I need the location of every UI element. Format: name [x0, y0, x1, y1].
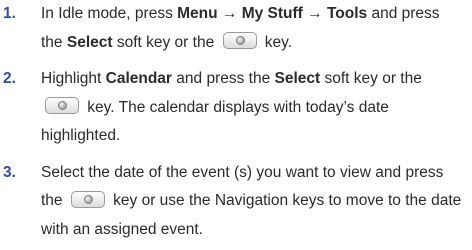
step-text-part: key. The calendar displays with today’s … — [41, 98, 389, 145]
step-1: 1. In Idle mode, press Menu → My Stuff →… — [0, 0, 472, 57]
step-text-part: In Idle mode, press — [41, 5, 178, 22]
step-number: 2. — [3, 70, 16, 87]
menu-path-label: Menu → My Stuff → Tools — [177, 5, 368, 22]
step-3: 3. Select the date of the event (s) you … — [0, 159, 472, 245]
select-key-icon — [222, 32, 257, 50]
step-text: Highlight Calendar and press the Select … — [41, 65, 472, 151]
step-text-part: and press the — [171, 70, 275, 87]
step-text-part: soft key or the — [112, 33, 219, 51]
step-text: Select the date of the event (s) you wan… — [41, 159, 472, 245]
step-2: 2. Highlight Calendar and press the Sele… — [0, 65, 472, 151]
step-text: In Idle mode, press Menu → My Stuff → To… — [41, 0, 472, 57]
calendar-label: Calendar — [105, 70, 172, 87]
instruction-steps: 1. In Idle mode, press Menu → My Stuff →… — [0, 0, 472, 244]
step-number: 1. — [3, 5, 16, 22]
step-text-part: Highlight — [41, 70, 106, 87]
step-text-part: soft key or the — [320, 70, 422, 87]
step-text-part: key. — [260, 33, 293, 51]
step-number: 3. — [3, 163, 16, 181]
select-key-icon — [70, 190, 105, 208]
select-label: Select — [274, 70, 321, 87]
select-label: Select — [66, 33, 113, 51]
select-key-icon — [45, 97, 79, 115]
